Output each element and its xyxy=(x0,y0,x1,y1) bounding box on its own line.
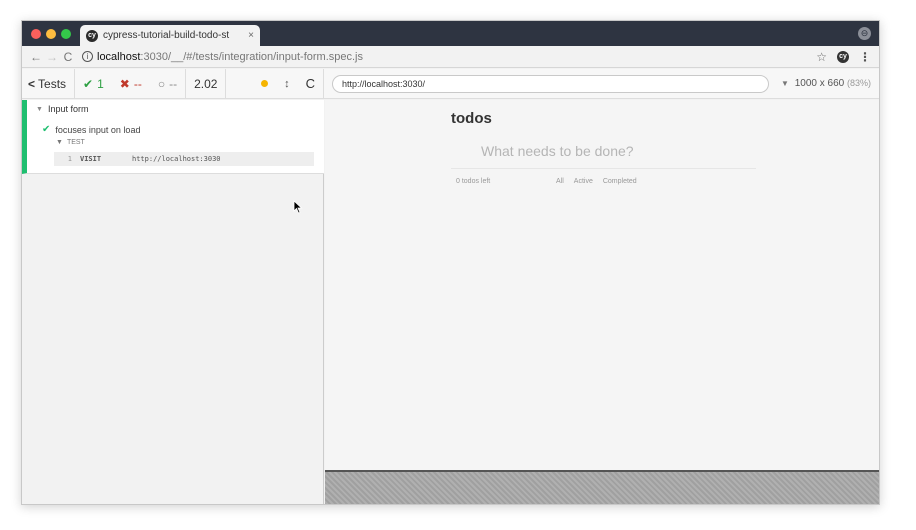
test-title: focuses input on load xyxy=(55,124,141,135)
circle-icon: ○ xyxy=(157,76,166,91)
todo-filters: All Active Completed xyxy=(556,178,637,185)
todo-count: 0 todos left xyxy=(456,178,491,185)
new-todo-placeholder: What needs to be done? xyxy=(481,143,634,159)
browser-toolbar: ← → C i localhost :3030/__/#/tests/integ… xyxy=(22,46,879,68)
cypress-header: < Tests ✔ 1 ✖ -- ○ -- 2.02 ↕ C http://lo… xyxy=(22,69,879,99)
caret-down-icon: ▼ xyxy=(56,139,63,146)
tests-label: Tests xyxy=(38,76,67,91)
viewport-size: 1000 x 660 xyxy=(794,78,845,89)
minimize-window-button[interactable] xyxy=(46,29,56,39)
cypress-favicon-icon: cy xyxy=(86,29,98,42)
filter-all[interactable]: All xyxy=(556,178,564,185)
test-section-header[interactable]: ▼ TEST xyxy=(56,139,85,146)
caret-down-icon: ▼ xyxy=(36,105,43,113)
chrome-menu-icon[interactable]: ⋮ xyxy=(859,50,871,64)
check-icon: ✔ xyxy=(83,76,94,91)
maximize-window-button[interactable] xyxy=(61,29,71,39)
failed-stat: ✖ -- xyxy=(112,77,150,91)
reporter-panel: ▼ Input form ✔ focuses input on load ▼ T… xyxy=(22,100,324,504)
reload-icon[interactable]: C xyxy=(60,50,76,64)
suite-title-row[interactable]: ▼ Input form xyxy=(36,104,88,114)
command-number: 1 xyxy=(67,155,72,163)
suite-title: Input form xyxy=(47,104,89,114)
x-icon: ✖ xyxy=(119,76,130,91)
title-bar: cy cypress-tutorial-build-todo-st × ⊖ xyxy=(22,21,879,46)
todo-footer: 0 todos left All Active Completed xyxy=(456,178,756,185)
running-indicator-icon xyxy=(261,80,269,87)
filter-active[interactable]: Active xyxy=(574,178,593,185)
filter-completed[interactable]: Completed xyxy=(603,178,637,185)
command-message: http://localhost:3030 xyxy=(132,155,221,163)
suite-runnable: ▼ Input form ✔ focuses input on load ▼ T… xyxy=(22,100,324,174)
viewport-scale: (83%) xyxy=(846,78,871,88)
address-bar[interactable]: i localhost :3030/__/#/tests/integration… xyxy=(82,48,816,66)
aut-overflow-area xyxy=(325,470,879,504)
tab-close-icon[interactable]: × xyxy=(248,30,254,41)
viewport-info[interactable]: ▼ 1000 x 660 (83%) xyxy=(781,78,871,89)
tests-button[interactable]: < Tests xyxy=(22,69,76,98)
aut-header: http://localhost:3030/ ▼ 1000 x 660 (83%… xyxy=(324,69,879,98)
bookmark-star-icon[interactable]: ☆ xyxy=(816,50,827,64)
forward-icon[interactable]: → xyxy=(44,50,60,64)
auto-scroll-icon[interactable]: ↕ xyxy=(284,78,290,90)
back-icon[interactable]: ← xyxy=(28,50,44,64)
close-window-button[interactable] xyxy=(31,29,41,39)
url-host: localhost xyxy=(97,50,141,63)
app-under-test: todos What needs to be done? 0 todos lef… xyxy=(325,100,879,491)
info-icon[interactable]: i xyxy=(82,51,93,62)
cypress-extension-icon[interactable]: cy xyxy=(837,50,849,63)
caret-down-icon: ▼ xyxy=(781,79,789,88)
passed-count: 1 xyxy=(97,76,104,91)
duration: 2.02 xyxy=(185,69,227,98)
failed-count: -- xyxy=(133,76,142,91)
command-row[interactable]: 1 VISIT http://localhost:3030 xyxy=(54,152,314,166)
pending-stat: ○ -- xyxy=(150,77,185,91)
new-todo-input[interactable]: What needs to be done? xyxy=(451,133,756,169)
url-path: :3030/__/#/tests/integration/input-form.… xyxy=(140,50,363,63)
mouse-cursor-icon xyxy=(293,200,303,214)
tab-title: cypress-tutorial-build-todo-st xyxy=(103,30,230,41)
test-section-label: TEST xyxy=(66,139,85,146)
toolbar-actions: ☆ cy ⋮ xyxy=(816,50,871,64)
passed-stat: ✔ 1 xyxy=(75,77,112,91)
reporter-header: < Tests ✔ 1 ✖ -- ○ -- 2.02 ↕ C xyxy=(22,69,324,98)
todo-app-title: todos xyxy=(451,110,492,127)
test-passed-check-icon: ✔ xyxy=(42,124,51,135)
restart-icon[interactable]: C xyxy=(306,76,315,91)
test-title-row[interactable]: ✔ focuses input on load xyxy=(42,124,140,135)
browser-window: cy cypress-tutorial-build-todo-st × ⊖ ← … xyxy=(21,20,880,505)
chevron-left-icon: < xyxy=(28,76,36,91)
command-name: VISIT xyxy=(80,155,102,163)
reporter-controls: ↕ C xyxy=(261,76,323,91)
browser-tab[interactable]: cy cypress-tutorial-build-todo-st × xyxy=(80,25,260,46)
profile-icon[interactable]: ⊖ xyxy=(858,27,871,40)
aut-url[interactable]: http://localhost:3030/ xyxy=(332,74,769,93)
pending-count: -- xyxy=(169,76,178,91)
